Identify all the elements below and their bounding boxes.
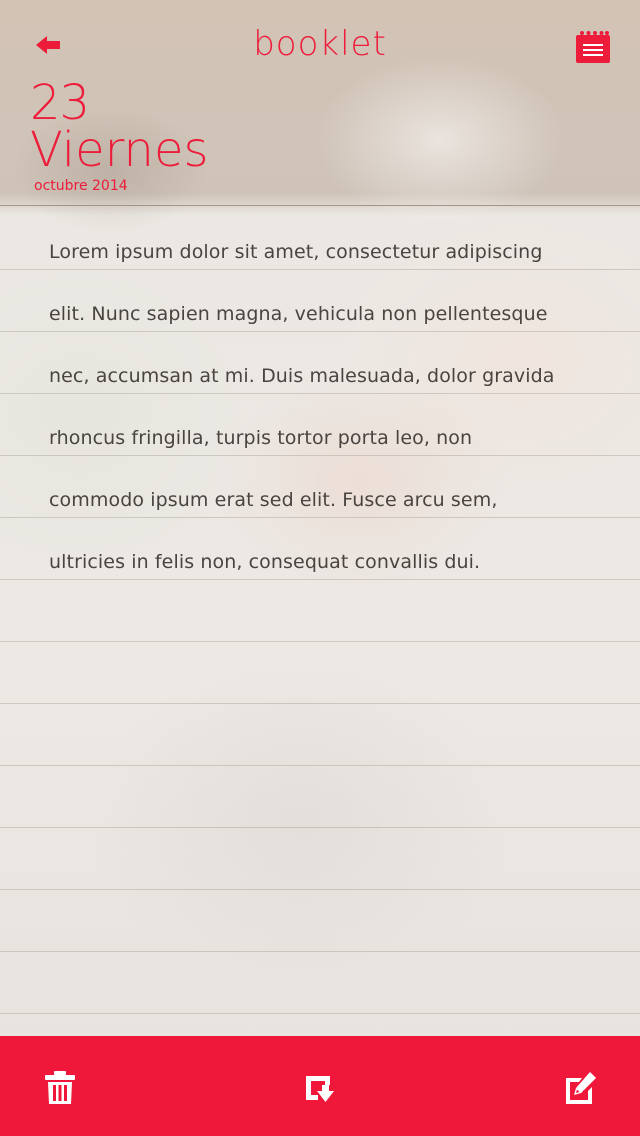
bottom-toolbar	[0, 1036, 640, 1136]
note-text-line: nec, accumsan at mi. Duis malesuada, dol…	[49, 365, 555, 387]
save-button[interactable]	[302, 1070, 338, 1106]
weekday: Viernes	[30, 122, 209, 178]
note-text-line: commodo ipsum erat sed elit. Fusce arcu …	[49, 489, 498, 511]
edit-button[interactable]	[562, 1070, 598, 1106]
app-title: booklet	[253, 24, 387, 64]
note-text-line: rhoncus fringilla, turpis tortor porta l…	[49, 427, 473, 449]
date-display: 23 Viernes octubre 2014	[30, 78, 209, 194]
note-text-line: elit. Nunc sapien magna, vehicula non pe…	[49, 303, 548, 325]
note-rule	[0, 641, 640, 642]
calendar-menu-button[interactable]	[575, 30, 611, 64]
header: booklet 23 Viernes octubre 2014	[0, 0, 640, 206]
note-text-line: Lorem ipsum dolor sit amet, consectetur …	[49, 241, 543, 263]
note-rule	[0, 703, 640, 704]
note-text-line: ultricies in felis non, consequat conval…	[49, 551, 481, 573]
note-area[interactable]: Lorem ipsum dolor sit amet, consectetur …	[0, 207, 640, 1036]
delete-button[interactable]	[42, 1070, 78, 1106]
save-down-icon	[306, 1076, 334, 1102]
note-rule	[0, 889, 640, 890]
calendar-menu-icon	[576, 31, 610, 63]
edit-pencil-icon	[566, 1072, 596, 1104]
day-number: 23	[30, 75, 90, 131]
note-rule	[0, 827, 640, 828]
note-rule	[0, 765, 640, 766]
note-rule	[0, 1013, 640, 1014]
month-year: octubre 2014	[34, 178, 128, 194]
trash-icon	[45, 1071, 75, 1104]
note-rule	[0, 951, 640, 952]
